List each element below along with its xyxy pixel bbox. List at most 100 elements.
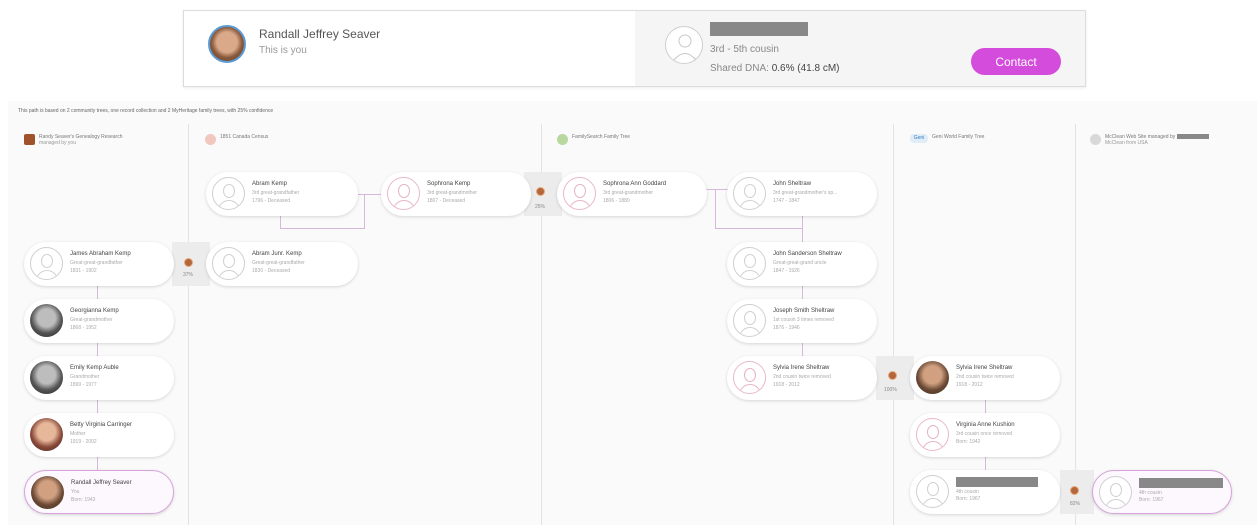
column-title-suffix: managed by xyxy=(1147,134,1176,140)
person-dates: 1919 - 2002 xyxy=(70,439,97,445)
person-name: James Abraham Kemp xyxy=(70,251,131,257)
column-header-randy-tree[interactable]: Randy Seaver's Genealogy Research managed… xyxy=(24,134,123,146)
person-dates: 1796 - Deceased xyxy=(252,198,291,204)
person-photo xyxy=(30,418,63,451)
person-relationship: 4th cousin xyxy=(1139,490,1162,496)
person-name: Joseph Smith Sheltraw xyxy=(773,308,835,314)
person-relationship: Great-great-grand uncle xyxy=(773,260,827,266)
column-subtitle: McClean from USA xyxy=(1105,140,1148,146)
tree-path-area xyxy=(8,101,1257,525)
person-relationship: Great-great-grandfather xyxy=(252,260,305,266)
person-card-emily-kemp-auble[interactable]: Emily Kemp Auble Grandmother 1899 - 1977 xyxy=(24,356,174,400)
person-name: Abram Kemp xyxy=(252,181,288,187)
tree-connector xyxy=(280,215,281,228)
column-title: 1851 Canada Census xyxy=(220,134,269,140)
person-dates: 1918 - 2012 xyxy=(956,382,983,388)
person-card-betty-virginia-carringer[interactable]: Betty Virginia Carringer Mother 1919 - 2… xyxy=(24,413,174,457)
person-dates: 1847 - 1926 xyxy=(773,268,800,274)
person-relationship: 3rd great-grandmother xyxy=(603,190,654,196)
person-card-sophrona-ann-goddard[interactable]: Sophrona Ann Goddard 3rd great-grandmoth… xyxy=(557,172,707,216)
person-card-sylvia-irene-sheltraw[interactable]: Sylvia Irene Sheltraw 2nd cousin twice r… xyxy=(727,356,877,400)
column-header-census[interactable]: 1851 Canada Census xyxy=(205,134,268,145)
match-relationship: 3rd - 5th cousin xyxy=(710,44,779,55)
match-icon[interactable] xyxy=(888,371,897,380)
person-card-virginia-anne-kushion[interactable]: Virginia Anne Kushion 3rd cousin once re… xyxy=(910,413,1060,457)
person-dates: 1876 - 1946 xyxy=(773,325,800,331)
person-card-joseph-smith-sheltraw[interactable]: Joseph Smith Sheltraw 1st cousin 3 times… xyxy=(727,299,877,343)
familysearch-icon xyxy=(557,134,568,145)
person-silhouette-icon xyxy=(733,177,766,210)
tree-connector xyxy=(715,189,716,229)
person-relationship: 3rd great-grandfather xyxy=(252,190,300,196)
person-silhouette-icon xyxy=(30,247,63,280)
website-icon xyxy=(1090,134,1101,145)
person-silhouette-icon xyxy=(673,34,697,61)
match-avatar[interactable] xyxy=(665,26,703,64)
column-divider xyxy=(188,124,189,525)
person-card-4th-cousin-match[interactable]: 4th cousin Born: 1967 xyxy=(1092,470,1232,514)
person-card-john-sanderson-sheltraw[interactable]: John Sanderson Sheltraw Great-great-gran… xyxy=(727,242,877,286)
contact-button[interactable]: Contact xyxy=(971,48,1061,75)
you-subtitle: This is you xyxy=(259,45,307,56)
tree-connector xyxy=(364,194,365,228)
person-dates: 1830 - Deceased xyxy=(252,268,291,274)
person-card-john-sheltraw[interactable]: John Sheltraw 3rd great-grandmother's sp… xyxy=(727,172,877,216)
person-card-sylvia-irene-sheltraw-geni[interactable]: Sylvia Irene Sheltraw 2nd cousin twice r… xyxy=(910,356,1060,400)
person-card-randall-jeffrey-seaver[interactable]: Randall Jeffrey Seaver You Born: 1943 xyxy=(24,470,174,514)
person-silhouette-icon xyxy=(733,247,766,280)
person-silhouette-icon xyxy=(733,361,766,394)
person-name: John Sheltraw xyxy=(773,181,812,187)
person-dates: Born: 1942 xyxy=(956,439,981,445)
person-dates: 1899 - 1977 xyxy=(70,382,97,388)
person-relationship: Great-great-grandfather xyxy=(70,260,123,266)
tree-connector xyxy=(358,194,382,195)
person-name: Emily Kemp Auble xyxy=(70,365,119,371)
match-icon[interactable] xyxy=(1070,486,1079,495)
you-avatar[interactable] xyxy=(208,25,246,63)
person-silhouette-icon xyxy=(733,304,766,337)
tree-connector xyxy=(715,228,803,229)
column-header-mcclean[interactable]: McClean Web Site managed by McClean from… xyxy=(1090,134,1209,146)
census-icon xyxy=(205,134,216,145)
person-card-abram-junr-kemp[interactable]: Abram Junr. Kemp Great-great-grandfather… xyxy=(206,242,358,286)
person-photo xyxy=(30,304,63,337)
person-relationship: 2nd cousin twice removed xyxy=(773,374,831,380)
person-name: Sophrona Ann Goddard xyxy=(603,181,667,187)
person-relationship: 3rd great-grandmother's sp... xyxy=(773,190,838,196)
person-name: Randall Jeffrey Seaver xyxy=(71,480,132,486)
person-silhouette-icon xyxy=(916,475,949,508)
person-name: Virginia Anne Kushion xyxy=(956,422,1015,428)
match-confidence: 100% xyxy=(884,387,897,393)
column-header-geni[interactable]: Geni Geni World Family Tree xyxy=(910,134,984,143)
person-dates: Born: 1943 xyxy=(71,497,96,503)
person-silhouette-icon xyxy=(212,177,245,210)
person-card-sophrona-kemp[interactable]: Sophrona Kemp 3rd great-grandmother 1807… xyxy=(381,172,531,216)
person-dates: 1831 - 1902 xyxy=(70,268,97,274)
person-silhouette-icon xyxy=(916,418,949,451)
person-card-james-abraham-kemp[interactable]: James Abraham Kemp Great-great-grandfath… xyxy=(24,242,174,286)
person-dates: 1868 - 1952 xyxy=(70,325,97,331)
person-card-abram-kemp[interactable]: Abram Kemp 3rd great-grandfather 1796 - … xyxy=(206,172,358,216)
shared-dna: Shared DNA: 0.6% (41.8 cM) xyxy=(710,63,840,74)
column-header-familysearch[interactable]: FamilySearch Family Tree xyxy=(557,134,630,145)
match-icon[interactable] xyxy=(184,258,193,267)
match-icon[interactable] xyxy=(536,187,545,196)
person-relationship: Great-grandmother xyxy=(70,317,113,323)
person-relationship: You xyxy=(71,489,80,495)
person-relationship: Mother xyxy=(70,431,86,437)
person-silhouette-icon xyxy=(212,247,245,280)
redacted-name xyxy=(1139,478,1223,488)
match-panel: 3rd - 5th cousin Shared DNA: 0.6% (41.8 … xyxy=(635,11,1085,86)
you-name[interactable]: Randall Jeffrey Seaver xyxy=(259,27,380,41)
person-relationship: Grandmother xyxy=(70,374,100,380)
person-card-4th-cousin-geni[interactable]: 4th cousin Born: 1967 xyxy=(910,470,1060,514)
person-name: John Sanderson Sheltraw xyxy=(773,251,842,257)
redacted-name xyxy=(956,477,1038,487)
person-dates: 1747 - 1847 xyxy=(773,198,800,204)
person-name: Sophrona Kemp xyxy=(427,181,471,187)
person-silhouette-icon xyxy=(387,177,420,210)
person-name: Betty Virginia Carringer xyxy=(70,422,132,428)
column-title-group: McClean Web Site managed by McClean from… xyxy=(1105,134,1209,146)
geni-icon: Geni xyxy=(910,134,928,143)
person-card-georgianna-kemp[interactable]: Georgianna Kemp Great-grandmother 1868 -… xyxy=(24,299,174,343)
